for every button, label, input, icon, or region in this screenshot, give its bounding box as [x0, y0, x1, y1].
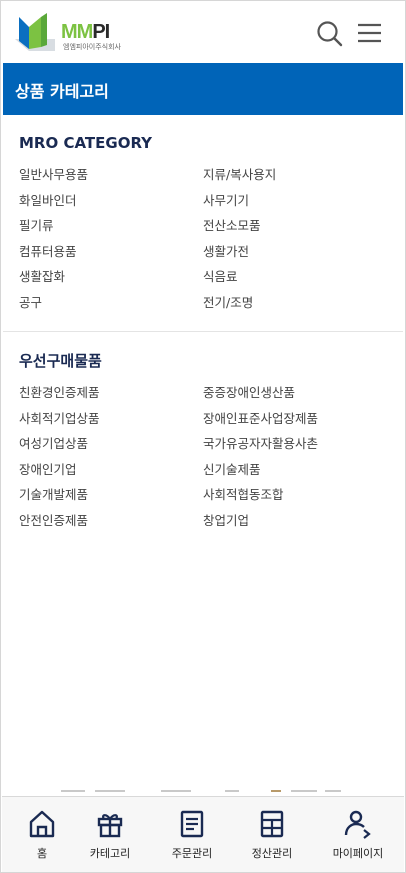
- nav-category-label: 카테고리: [89, 847, 131, 860]
- category-link[interactable]: 장애인표준사업장제품: [203, 409, 387, 429]
- nav-category[interactable]: 카테고리: [70, 797, 150, 872]
- logo-text: MMPI: [61, 21, 110, 43]
- category-link[interactable]: 안전인증제품: [19, 511, 203, 531]
- gift-icon: [97, 814, 123, 838]
- document-list-icon: [180, 810, 204, 838]
- mro-category-list: 일반사무용품 지류/복사용지 화일바인더 사무기기 필기류 전산소모품 컴퓨터용…: [19, 165, 389, 312]
- category-link[interactable]: 필기류: [19, 216, 203, 236]
- category-link[interactable]: 컴퓨터용품: [19, 242, 203, 262]
- scrolled-content-strip: [3, 788, 403, 795]
- mro-category-section: MRO CATEGORY 일반사무용품 지류/복사용지 화일바인더 사무기기 필…: [3, 115, 403, 332]
- category-link[interactable]: 국가유공자자활용사촌: [203, 434, 387, 454]
- priority-purchase-section: 우선구매물품 친환경인증제품 중증장애인생산품 사회적기업상품 장애인표준사업장…: [3, 332, 403, 542]
- category-link[interactable]: 여성기업상품: [19, 434, 203, 454]
- home-icon: [29, 810, 55, 838]
- nav-settlement[interactable]: 정산관리: [232, 797, 312, 872]
- category-link[interactable]: 창업기업: [203, 511, 387, 531]
- bottom-navigation: 홈 카테고리 주문관리 정산관리 마이페이지: [2, 796, 404, 872]
- category-link[interactable]: 화일바인더: [19, 191, 203, 211]
- category-link[interactable]: 전기/조명: [203, 293, 387, 313]
- user-icon: [344, 810, 371, 839]
- category-link[interactable]: 생활잡화: [19, 267, 203, 287]
- category-link[interactable]: 전산소모품: [203, 216, 387, 236]
- page-title-bar: 상품 카테고리: [3, 63, 403, 115]
- nav-orders-label: 주문관리: [171, 847, 213, 860]
- nav-orders[interactable]: 주문관리: [152, 797, 232, 872]
- category-link[interactable]: 친환경인증제품: [19, 383, 203, 403]
- priority-category-list: 친환경인증제품 중증장애인생산품 사회적기업상품 장애인표준사업장제품 여성기업…: [19, 383, 389, 530]
- category-link[interactable]: 생활가전: [203, 242, 387, 262]
- top-header: MMPI 엠엠피아이주식회사: [1, 1, 405, 61]
- mro-section-title: MRO CATEGORY: [19, 134, 153, 152]
- category-link[interactable]: 지류/복사용지: [203, 165, 387, 185]
- category-link[interactable]: 사무기기: [203, 191, 387, 211]
- menu-button[interactable]: [355, 19, 385, 49]
- logo-subtitle: 엠엠피아이주식회사: [63, 43, 121, 51]
- category-link[interactable]: 사회적협동조합: [203, 485, 387, 505]
- category-link[interactable]: 식음료: [203, 267, 387, 287]
- search-button[interactable]: [315, 19, 345, 49]
- page-title: 상품 카테고리: [15, 82, 109, 101]
- search-icon: [317, 21, 343, 47]
- priority-section-title: 우선구매물품: [19, 352, 102, 370]
- category-link[interactable]: 기술개발제품: [19, 485, 203, 505]
- calculator-icon: [260, 810, 284, 838]
- hamburger-menu-icon: [358, 23, 381, 43]
- category-link[interactable]: 중증장애인생산품: [203, 383, 387, 403]
- nav-settlement-label: 정산관리: [251, 847, 293, 860]
- nav-mypage[interactable]: 마이페이지: [318, 797, 398, 872]
- logo-mark-icon: [15, 13, 55, 51]
- logo[interactable]: MMPI 엠엠피아이주식회사: [15, 11, 125, 51]
- category-link[interactable]: 장애인기업: [19, 460, 203, 480]
- category-link[interactable]: 사회적기업상품: [19, 409, 203, 429]
- nav-mypage-label: 마이페이지: [332, 847, 384, 860]
- category-link[interactable]: 공구: [19, 293, 203, 313]
- category-link[interactable]: 일반사무용품: [19, 165, 203, 185]
- category-link[interactable]: 신기술제품: [203, 460, 387, 480]
